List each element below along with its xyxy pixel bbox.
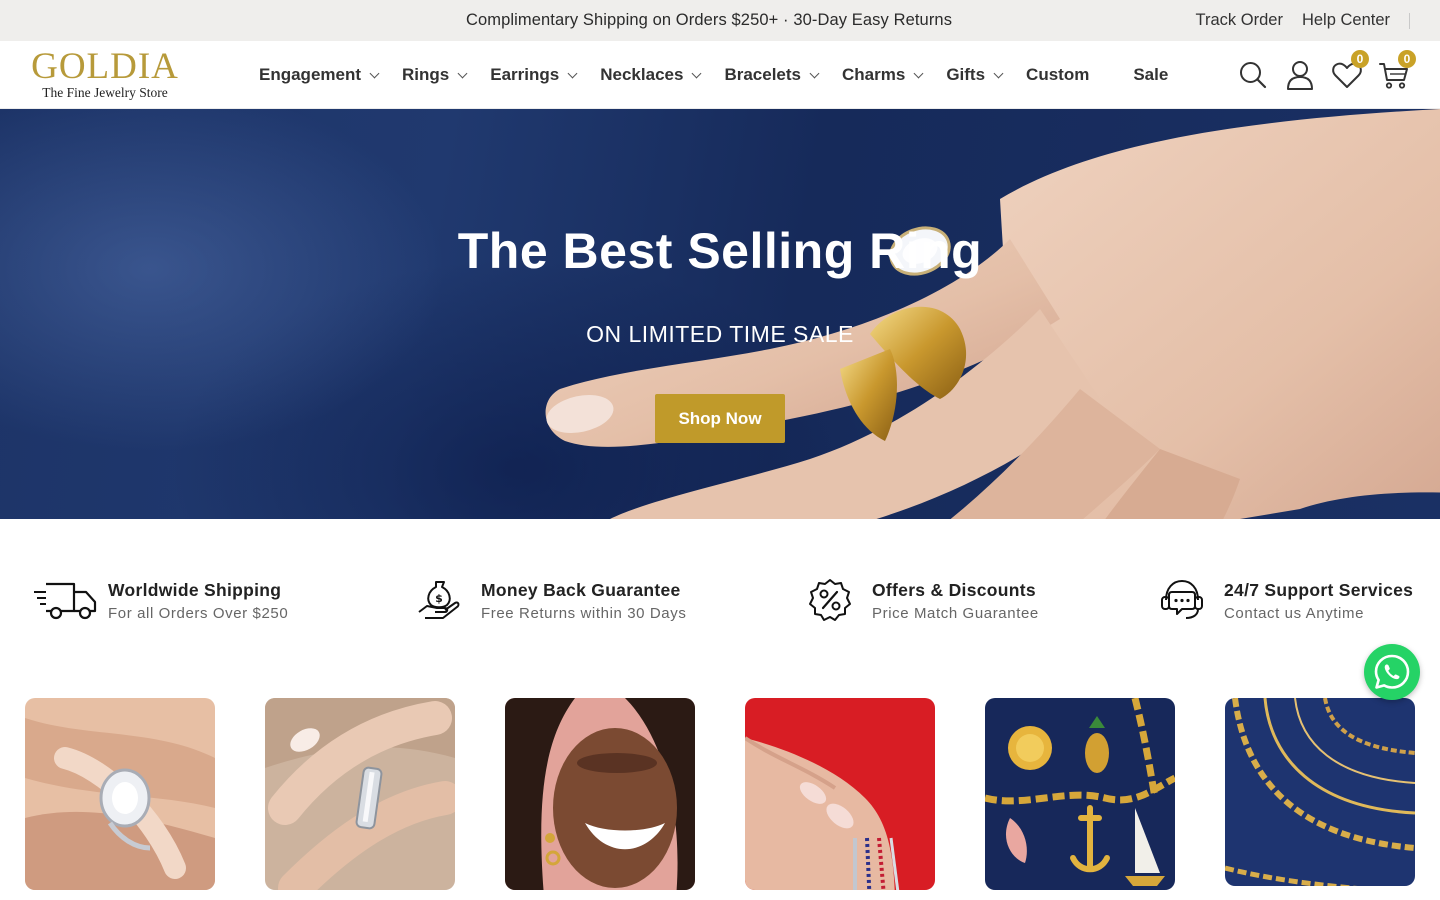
engagement-ring-tile[interactable] [25, 698, 215, 890]
percent-badge-icon [808, 577, 874, 623]
search-button[interactable] [1237, 59, 1269, 91]
feature-text: Worldwide Shipping For all Orders Over $… [98, 577, 288, 622]
topbar-divider [1409, 12, 1410, 29]
category-tiles [25, 698, 1425, 900]
nav-item-bracelets[interactable]: Bracelets [724, 65, 820, 85]
feature-subtitle: Contact us Anytime [1224, 605, 1365, 622]
nav-label: Charms [842, 65, 906, 84]
nav-item-sale[interactable]: Sale [1133, 65, 1168, 85]
feature-money-back: $ Money Back Guarantee Free Returns with… [417, 577, 686, 623]
chevron-down-icon [567, 68, 578, 78]
hero-hand-image [545, 109, 1440, 519]
chevron-down-icon [691, 68, 702, 78]
feature-text: Offers & Discounts Price Match Guarantee [872, 577, 1039, 622]
whatsapp-icon [1374, 654, 1410, 689]
chevron-down-icon [913, 68, 924, 78]
feature-title: 24/7 Support Services [1224, 580, 1414, 600]
nav-item-earrings[interactable]: Earrings [490, 65, 578, 85]
nav-item-rings[interactable]: Rings [402, 65, 468, 85]
hero-subtitle: ON LIMITED TIME SALE [586, 321, 854, 347]
charms-tile[interactable] [985, 698, 1175, 890]
chevron-down-icon [809, 68, 820, 78]
hero-title: The Best Selling Ring [457, 223, 983, 279]
whatsapp-chat-button[interactable] [1364, 644, 1420, 700]
features-row: Worldwide Shipping For all Orders Over $… [0, 519, 1440, 679]
feature-support: 24/7 Support Services Contact us Anytime [1160, 577, 1413, 623]
feature-subtitle: Price Match Guarantee [872, 605, 1039, 622]
wishlist-button[interactable]: 0 [1331, 50, 1369, 91]
feature-title: Offers & Discounts [872, 580, 1036, 600]
site-logo[interactable]: GOLDIA The Fine Jewelry Store [30, 46, 180, 101]
main-nav: Engagement Rings Earrings Necklaces Brac… [259, 41, 1192, 109]
nav-label: Bracelets [724, 65, 801, 84]
bracelets-tile[interactable] [745, 698, 935, 890]
feature-title: Worldwide Shipping [108, 580, 282, 600]
chains-tile[interactable] [1225, 698, 1415, 886]
headset-icon [1160, 577, 1226, 623]
logo-tagline: The Fine Jewelry Store [42, 85, 168, 100]
nav-label: Gifts [946, 65, 986, 84]
chevron-down-icon [369, 68, 380, 78]
help-center-link[interactable]: Help Center [1302, 11, 1390, 30]
nav-item-charms[interactable]: Charms [842, 65, 924, 85]
feature-title: Money Back Guarantee [481, 580, 681, 600]
nav-item-gifts[interactable]: Gifts [946, 65, 1004, 85]
svg-text:$: $ [435, 592, 443, 605]
cart-button[interactable]: 0 [1378, 50, 1416, 91]
feature-worldwide-shipping: Worldwide Shipping For all Orders Over $… [32, 577, 288, 623]
feature-text: 24/7 Support Services Contact us Anytime [1224, 577, 1414, 622]
nav-label: Custom [1026, 65, 1090, 84]
nav-label: Earrings [490, 65, 560, 84]
hero-banner: The Best Selling Ring ON LIMITED TIME SA… [0, 109, 1440, 519]
earrings-tile[interactable] [505, 698, 695, 890]
chevron-down-icon [457, 68, 468, 78]
nav-item-engagement[interactable]: Engagement [259, 65, 380, 85]
truck-icon [32, 577, 98, 623]
shop-now-button[interactable]: Shop Now [655, 394, 785, 443]
topbar-links: Track Order Help Center [1177, 0, 1410, 41]
feature-subtitle: Free Returns within 30 Days [481, 605, 687, 622]
nav-label: Engagement [259, 65, 362, 84]
feature-offers-discounts: Offers & Discounts Price Match Guarantee [808, 577, 1039, 623]
nav-label: Sale [1133, 65, 1169, 84]
money-hand-icon: $ [417, 577, 483, 623]
chevron-down-icon [993, 68, 1004, 78]
header-icons: 0 0 [1222, 41, 1416, 109]
user-icon [1287, 61, 1313, 90]
search-icon [1240, 62, 1267, 89]
nav-label: Necklaces [600, 65, 684, 84]
announcement-bar: Complimentary Shipping on Orders $250+ ·… [0, 0, 1440, 41]
account-button[interactable] [1284, 59, 1316, 91]
feature-text: Money Back Guarantee Free Returns within… [481, 577, 687, 622]
nav-item-necklaces[interactable]: Necklaces [600, 65, 702, 85]
cart-count-badge: 0 [1398, 50, 1416, 68]
feature-subtitle: For all Orders Over $250 [108, 605, 289, 622]
logo-wordmark: GOLDIA [31, 46, 179, 87]
nav-item-custom[interactable]: Custom [1026, 65, 1089, 85]
band-ring-tile[interactable] [265, 698, 455, 890]
wishlist-count-badge: 0 [1351, 50, 1369, 68]
nav-label: Rings [402, 65, 450, 84]
track-order-link[interactable]: Track Order [1196, 11, 1283, 30]
site-header: GOLDIA The Fine Jewelry Store Engagement… [0, 41, 1440, 109]
